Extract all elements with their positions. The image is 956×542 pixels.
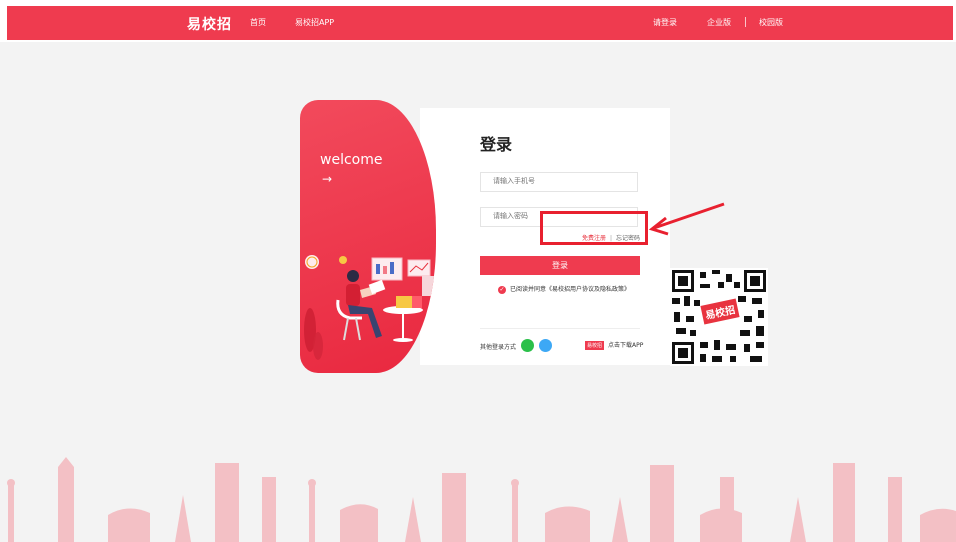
download-app-link[interactable]: 易校招 点击下载APP [585,340,643,350]
site-logo[interactable]: 易校招 [187,14,232,34]
top-area: 易校招 首页 易校招APP 请登录 企业版 校园版 [0,0,956,42]
nav-home-link[interactable]: 首页 [250,17,266,28]
nav-login-link[interactable]: 请登录 [653,17,677,28]
app-badge-icon: 易校招 [585,341,605,350]
reading-woman-illustration [304,255,436,360]
qq-icon[interactable] [539,339,552,352]
qr-code: 易校招 [670,268,768,366]
agreement-text[interactable]: 已阅读并同意《易校招用户协议及隐私政策》 [510,286,630,293]
agreement: ✓ 已阅读并同意《易校招用户协议及隐私政策》 [498,284,630,294]
phone-input[interactable] [480,172,638,192]
city-skyline-decoration [7,457,956,542]
wechat-icon[interactable] [521,339,534,352]
other-login-label: 其他登录方式 [480,344,517,351]
download-app-text: 点击下载APP [608,342,644,349]
top-nav-bar: 易校招 首页 易校招APP 请登录 企业版 校园版 [7,6,953,40]
agree-checkbox[interactable]: ✓ [498,285,506,294]
login-button[interactable]: 登录 [480,256,640,275]
nav-campus-link[interactable]: 校园版 [759,17,783,28]
highlight-box [540,211,648,245]
login-title: 登录 [480,135,513,154]
welcome-banner: welcome → [300,100,436,373]
nav-enterprise-link[interactable]: 企业版 [707,17,731,28]
section-divider [480,328,640,329]
annotation-arrow-icon [648,202,725,236]
nav-separator [745,17,746,27]
nav-app-link[interactable]: 易校招APP [295,17,334,28]
